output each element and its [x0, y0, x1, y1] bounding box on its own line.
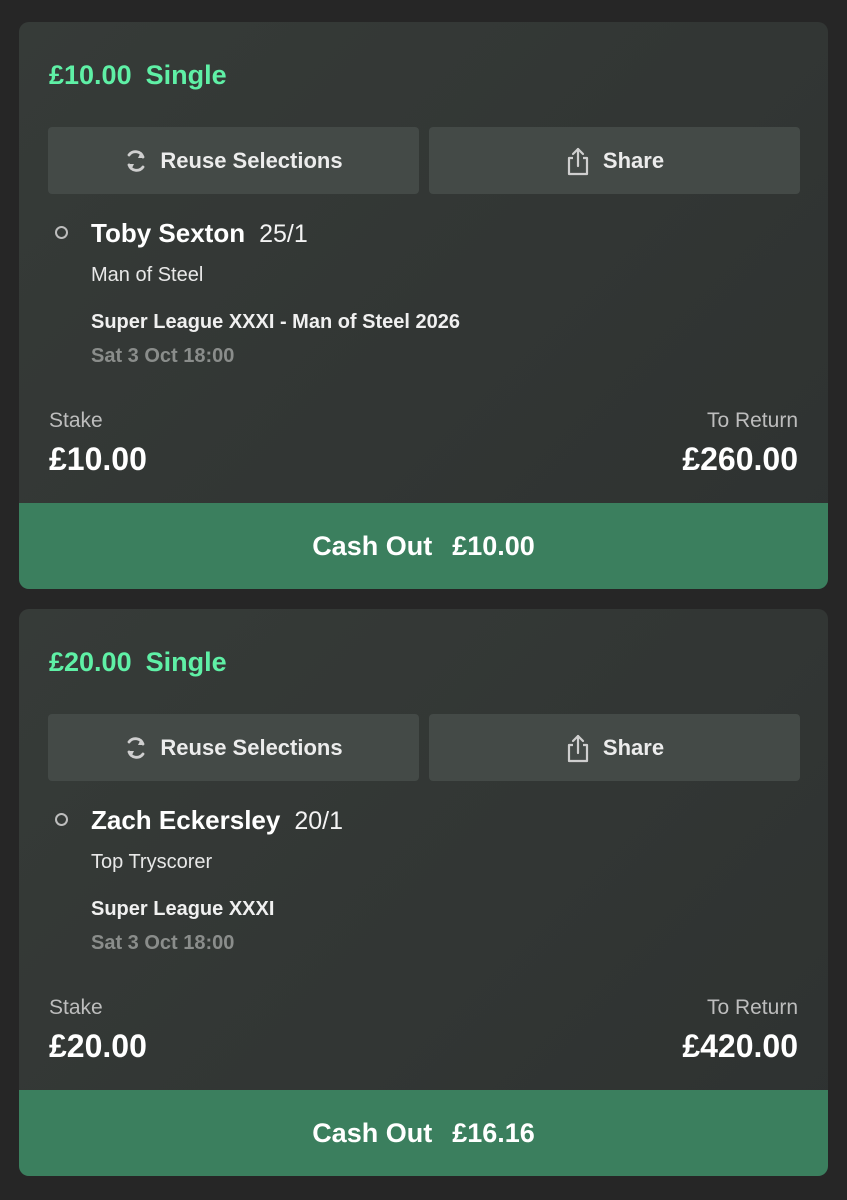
to-return-value: £420.00 — [682, 1028, 798, 1064]
stake-label: Stake — [49, 409, 103, 432]
cash-out-amount: £10.00 — [452, 530, 535, 561]
bet-header-stake: £10.00 — [49, 60, 132, 90]
cash-out-amount: £16.16 — [452, 1117, 535, 1148]
selection-event: Super League XXXI — [91, 898, 275, 920]
reuse-selections-button[interactable]: Reuse Selections — [48, 714, 419, 781]
share-label: Share — [602, 147, 665, 173]
selection-line: Toby Sexton 25/1 — [91, 218, 308, 249]
cash-out-label: Cash Out — [312, 1117, 433, 1148]
share-label: Share — [602, 734, 665, 760]
selection-datetime: Sat 3 Oct 18:00 — [91, 932, 235, 954]
selection-odds: 20/1 — [294, 807, 344, 835]
selection-name: Toby Sexton — [91, 218, 246, 248]
share-button[interactable]: Share — [429, 714, 800, 781]
bet-type: Single — [145, 647, 227, 677]
refresh-icon — [128, 736, 145, 759]
cash-out-button[interactable]: Cash Out £10.00 — [19, 503, 828, 589]
bet-card: £10.00 Single Reuse Selections Share Toby… — [19, 22, 828, 589]
bet-header: £10.00 Single — [49, 60, 227, 91]
to-return-value: £260.00 — [682, 441, 798, 477]
selection-market: Top Tryscorer — [91, 851, 213, 873]
to-return-label: To Return — [706, 409, 798, 432]
stake-label: Stake — [49, 996, 103, 1019]
share-icon — [567, 147, 589, 175]
stake-value: £20.00 — [49, 1028, 147, 1064]
to-return-label: To Return — [706, 996, 798, 1019]
bet-header-stake: £20.00 — [49, 647, 132, 677]
reuse-selections-label: Reuse Selections — [160, 147, 343, 173]
cash-out-button[interactable]: Cash Out £16.16 — [19, 1090, 828, 1176]
share-button[interactable]: Share — [429, 127, 800, 194]
bet-type: Single — [145, 60, 227, 90]
selection-event: Super League XXXI - Man of Steel 2026 — [91, 311, 461, 333]
selection-odds: 25/1 — [259, 220, 308, 248]
selection-line: Zach Eckersley 20/1 — [91, 805, 343, 836]
selection-market: Man of Steel — [91, 264, 204, 286]
cash-out-label: Cash Out — [312, 530, 433, 561]
radio-circle-icon — [55, 226, 68, 239]
radio-circle-icon — [55, 813, 68, 826]
selection-datetime: Sat 3 Oct 18:00 — [91, 345, 235, 367]
selection-name: Zach Eckersley — [91, 805, 281, 835]
refresh-icon — [128, 149, 145, 172]
reuse-selections-label: Reuse Selections — [160, 734, 343, 760]
bet-header: £20.00 Single — [49, 647, 227, 678]
bet-card: £20.00 Single Reuse Selections Share Zach… — [19, 609, 828, 1176]
stake-value: £10.00 — [49, 441, 147, 477]
reuse-selections-button[interactable]: Reuse Selections — [48, 127, 419, 194]
share-icon — [567, 734, 589, 762]
